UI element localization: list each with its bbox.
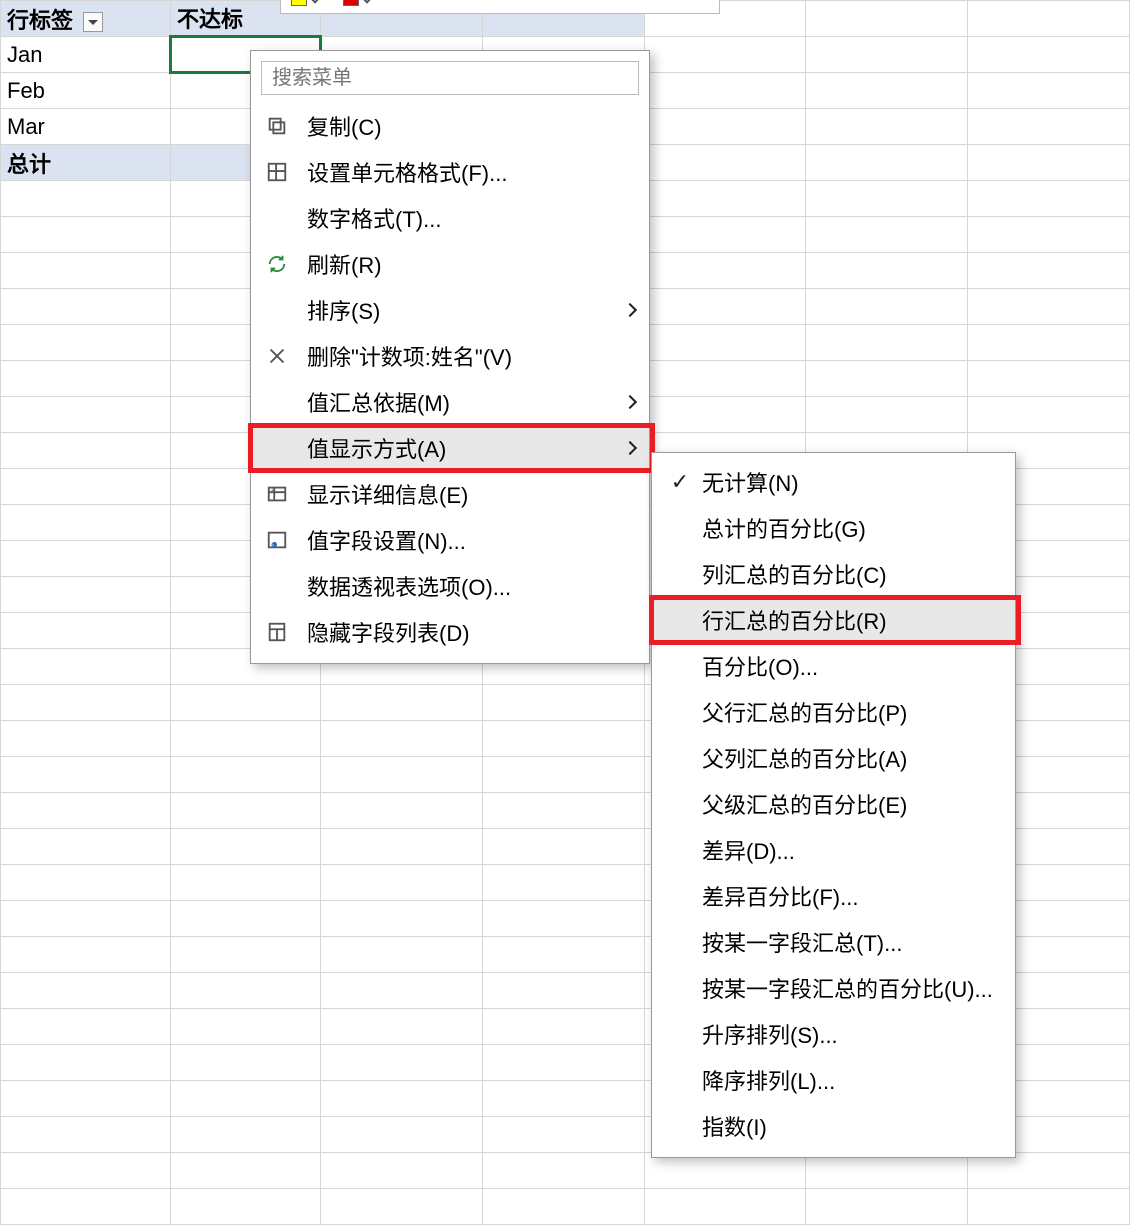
menu-label: 删除"计数项:姓名"(V)	[293, 340, 635, 372]
menu-delete-field[interactable]: 删除"计数项:姓名"(V)	[251, 333, 649, 379]
fieldset-icon: i	[261, 529, 293, 551]
submenu-pct-of-grand-total[interactable]: 总计的百分比(G)	[652, 505, 1015, 551]
submenu-label: 差异百分比(F)...	[696, 880, 1003, 912]
svg-text:i: i	[272, 542, 273, 548]
menu-copy[interactable]: 复制(C)	[251, 103, 649, 149]
submenu-label: 总计的百分比(G)	[696, 512, 1003, 544]
fill-color-swatch[interactable]	[291, 0, 307, 6]
submenu-arrow-icon	[623, 441, 637, 455]
submenu-label: 按某一字段汇总(T)...	[696, 926, 1003, 958]
hidefields-icon	[261, 621, 293, 643]
menu-label: 隐藏字段列表(D)	[293, 616, 635, 648]
submenu-pct-of-parent-row[interactable]: 父行汇总的百分比(P)	[652, 689, 1015, 735]
details-icon: +	[261, 483, 293, 505]
row-feb[interactable]: Feb	[1, 73, 171, 109]
submenu-pct-of-parent-total[interactable]: 父级汇总的百分比(E)	[652, 781, 1015, 827]
submenu-label: 父列汇总的百分比(A)	[696, 742, 1003, 774]
mini-toolbar[interactable]	[280, 0, 720, 14]
menu-label: 显示详细信息(E)	[293, 478, 635, 510]
submenu-rank-descending[interactable]: 降序排列(L)...	[652, 1057, 1015, 1103]
menu-label: 排序(S)	[293, 294, 625, 326]
submenu-label: 父级汇总的百分比(E)	[696, 788, 1003, 820]
submenu-label: 降序排列(L)...	[696, 1064, 1003, 1096]
menu-show-values-as[interactable]: 值显示方式(A)	[251, 425, 649, 471]
menu-label: 数字格式(T)...	[293, 202, 635, 234]
menu-sort[interactable]: 排序(S)	[251, 287, 649, 333]
refresh-icon	[261, 253, 293, 275]
menu-field-settings[interactable]: i 值字段设置(N)...	[251, 517, 649, 563]
chevron-down-icon[interactable]	[309, 0, 320, 4]
font-color-swatch[interactable]	[343, 0, 359, 6]
row-label-dropdown[interactable]	[83, 12, 103, 32]
header-row-label[interactable]: 行标签	[1, 1, 171, 37]
menu-summarize-values[interactable]: 值汇总依据(M)	[251, 379, 649, 425]
submenu-label: 无计算(N)	[696, 466, 1003, 498]
show-values-as-submenu[interactable]: ✓ 无计算(N) 总计的百分比(G) 列汇总的百分比(C) 行汇总的百分比(R)…	[651, 452, 1016, 1158]
submenu-label: 升序排列(S)...	[696, 1018, 1003, 1050]
submenu-pct-of-column-total[interactable]: 列汇总的百分比(C)	[652, 551, 1015, 597]
submenu-pct-running-total[interactable]: 按某一字段汇总的百分比(U)...	[652, 965, 1015, 1011]
menu-label: 值显示方式(A)	[293, 432, 625, 464]
submenu-label: 父行汇总的百分比(P)	[696, 696, 1003, 728]
menu-label: 复制(C)	[293, 110, 635, 142]
menu-label: 值字段设置(N)...	[293, 524, 635, 556]
menu-show-details[interactable]: + 显示详细信息(E)	[251, 471, 649, 517]
submenu-arrow-icon	[623, 395, 637, 409]
menu-hide-field-list[interactable]: 隐藏字段列表(D)	[251, 609, 649, 655]
menu-label: 值汇总依据(M)	[293, 386, 625, 418]
submenu-label: 百分比(O)...	[696, 650, 1003, 682]
submenu-pct-difference[interactable]: 差异百分比(F)...	[652, 873, 1015, 919]
submenu-pct-of-row-total[interactable]: 行汇总的百分比(R)	[652, 597, 1015, 643]
svg-text:+: +	[271, 488, 274, 494]
context-menu[interactable]: 复制(C) 设置单元格格式(F)... 数字格式(T)... 刷新(R) 排序(…	[250, 50, 650, 664]
submenu-difference[interactable]: 差异(D)...	[652, 827, 1015, 873]
chevron-down-icon[interactable]	[361, 0, 372, 4]
submenu-label: 行汇总的百分比(R)	[696, 604, 1003, 636]
row-label-text: 行标签	[7, 8, 73, 33]
row-mar[interactable]: Mar	[1, 109, 171, 145]
submenu-no-calculation[interactable]: ✓ 无计算(N)	[652, 459, 1015, 505]
search-input[interactable]	[261, 61, 639, 95]
menu-label: 数据透视表选项(O)...	[293, 570, 635, 602]
format-icon	[261, 161, 293, 183]
menu-format-cells[interactable]: 设置单元格格式(F)...	[251, 149, 649, 195]
menu-label: 设置单元格格式(F)...	[293, 156, 635, 188]
submenu-arrow-icon	[623, 303, 637, 317]
submenu-rank-ascending[interactable]: 升序排列(S)...	[652, 1011, 1015, 1057]
menu-refresh[interactable]: 刷新(R)	[251, 241, 649, 287]
menu-number-format[interactable]: 数字格式(T)...	[251, 195, 649, 241]
row-total[interactable]: 总计	[1, 145, 171, 181]
submenu-pct-of[interactable]: 百分比(O)...	[652, 643, 1015, 689]
menu-pivot-options[interactable]: 数据透视表选项(O)...	[251, 563, 649, 609]
submenu-label: 差异(D)...	[696, 834, 1003, 866]
submenu-label: 列汇总的百分比(C)	[696, 558, 1003, 590]
check-icon: ✓	[664, 469, 696, 495]
row-jan[interactable]: Jan	[1, 37, 171, 73]
copy-icon	[261, 115, 293, 137]
menu-search[interactable]	[261, 61, 639, 95]
submenu-label: 按某一字段汇总的百分比(U)...	[696, 972, 1003, 1004]
x-icon	[261, 345, 293, 367]
submenu-label: 指数(I)	[696, 1110, 1003, 1142]
menu-label: 刷新(R)	[293, 248, 635, 280]
submenu-pct-of-parent-column[interactable]: 父列汇总的百分比(A)	[652, 735, 1015, 781]
submenu-index[interactable]: 指数(I)	[652, 1103, 1015, 1149]
submenu-running-total[interactable]: 按某一字段汇总(T)...	[652, 919, 1015, 965]
